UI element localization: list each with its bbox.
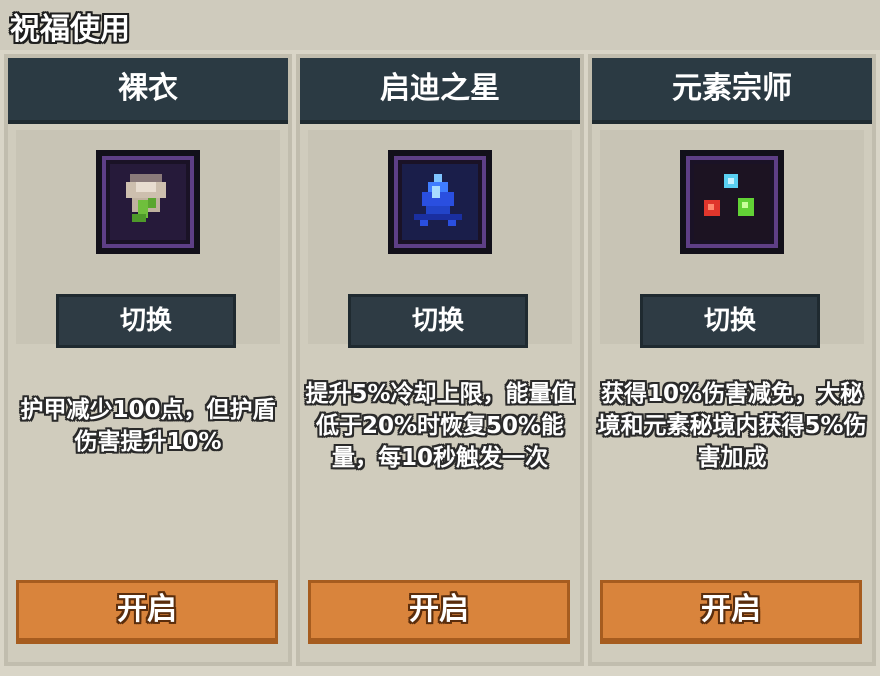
icon-frame bbox=[96, 150, 200, 254]
bare-clothes-icon bbox=[126, 174, 166, 222]
icon-frame bbox=[388, 150, 492, 254]
open-button[interactable]: 开启 bbox=[16, 580, 278, 644]
open-button[interactable]: 开启 bbox=[308, 580, 570, 644]
blessing-card-element-master: 元素宗师 切换 获得10%伤害减免，大秘境和元素秘境内获得5%伤害加成 开启 bbox=[592, 58, 872, 662]
card-description: 提升5%冷却上限，能量值低于20%时恢复50%能量，每10秒触发一次 bbox=[305, 381, 575, 471]
blessing-card-bare-clothes: 裸衣 切换 护甲减少100点，但护盾伤害提升10% 开启 bbox=[8, 58, 288, 662]
card-title: 启迪之星 bbox=[300, 58, 580, 124]
page-title: 祝福使用 bbox=[10, 12, 130, 47]
icon-frame bbox=[680, 150, 784, 254]
star-crystal-icon bbox=[414, 174, 462, 226]
element-orbs-icon bbox=[704, 174, 754, 216]
card-title: 元素宗师 bbox=[592, 58, 872, 124]
card-description: 护甲减少100点，但护盾伤害提升10% bbox=[20, 397, 276, 455]
switch-button[interactable]: 切换 bbox=[56, 294, 236, 348]
switch-button[interactable]: 切换 bbox=[348, 294, 528, 348]
card-title: 裸衣 bbox=[8, 58, 288, 124]
blessing-card-star: 启迪之星 切换 提升5%冷却上限，能量值低于20%时恢复50%能量，每10秒触发… bbox=[300, 58, 580, 662]
switch-button[interactable]: 切换 bbox=[640, 294, 820, 348]
header-bar: 祝福使用 bbox=[0, 0, 880, 50]
card-description: 获得10%伤害减免，大秘境和元素秘境内获得5%伤害加成 bbox=[597, 381, 867, 471]
open-button[interactable]: 开启 bbox=[600, 580, 862, 644]
